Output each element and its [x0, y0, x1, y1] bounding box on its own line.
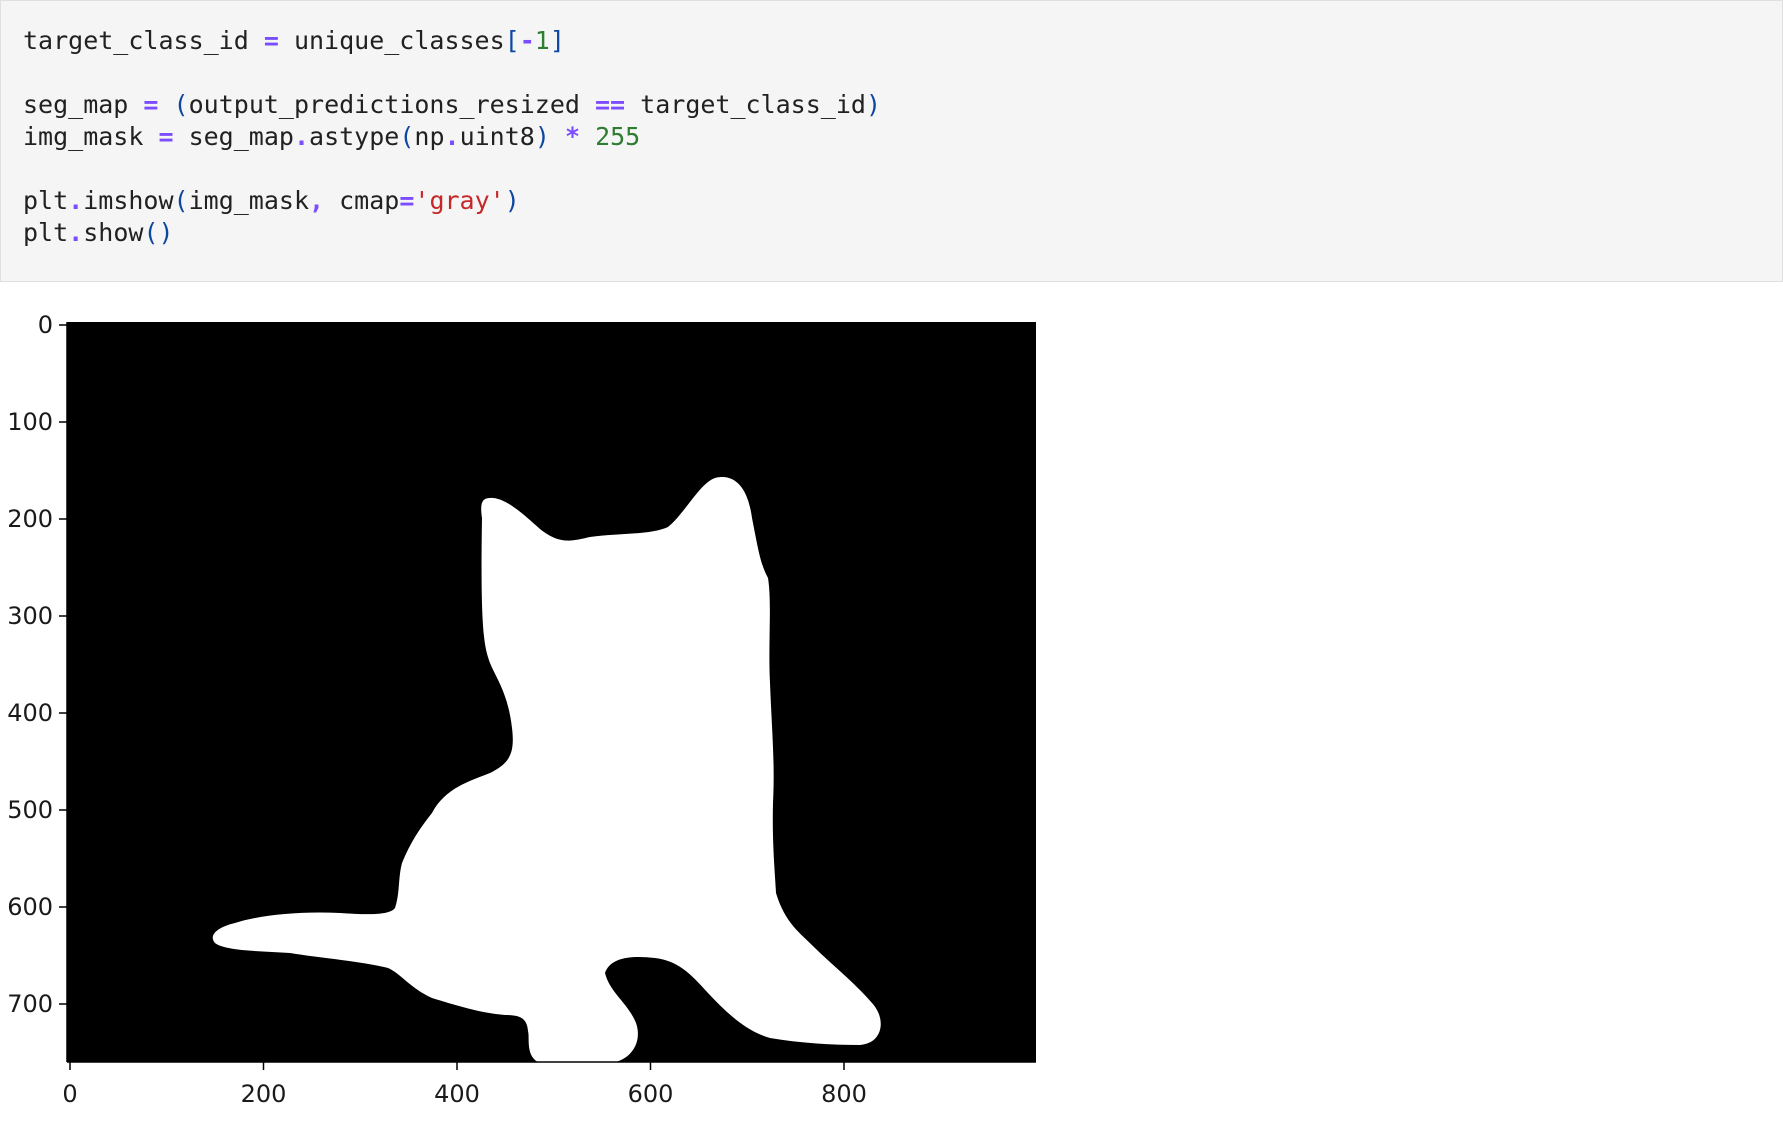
y-tick-label: 200	[7, 505, 53, 533]
x-tick-label: 0	[62, 1080, 77, 1108]
y-tick-label: 700	[7, 990, 53, 1018]
code-line: plt.show()	[23, 218, 174, 248]
code-line: seg_map = (output_predictions_resized ==…	[23, 90, 881, 120]
code-token: img_mask	[23, 122, 159, 151]
y-tick-label: 500	[7, 796, 53, 824]
code-token: =	[158, 122, 174, 151]
code-token: (	[399, 122, 415, 151]
code-token: .	[68, 218, 84, 247]
code-token: )	[534, 122, 550, 151]
code-token: np	[414, 122, 445, 151]
code-token: show	[83, 218, 144, 247]
x-axis-ticks: 0 200 400 600 800	[62, 1062, 867, 1108]
code-token: seg_map	[23, 90, 144, 119]
code-cell[interactable]: target_class_id = unique_classes[-1] seg_…	[0, 0, 1783, 282]
code-token: *	[564, 122, 581, 151]
y-tick-label: 600	[7, 893, 53, 921]
y-tick-label: 300	[7, 602, 53, 630]
y-tick-label: 100	[7, 408, 53, 436]
code-token: (	[173, 186, 189, 215]
code-token: target_class_id	[625, 90, 866, 119]
code-token: 255	[595, 122, 641, 151]
code-token: )	[865, 90, 881, 119]
code-token: ==	[595, 90, 626, 119]
x-tick-label: 600	[628, 1080, 674, 1108]
code-token: ,	[309, 186, 325, 215]
code-token: cmap	[324, 186, 400, 215]
y-axis-ticks: 0 100 200 300 400 500 600 700	[7, 311, 67, 1018]
code-token: .	[293, 122, 310, 151]
code-token: unique_classes	[278, 26, 505, 55]
code-token: plt	[23, 218, 69, 247]
code-token: uint8	[459, 122, 535, 151]
code-token: .	[444, 122, 460, 151]
code-token: =	[263, 26, 279, 55]
code-token: imshow	[83, 186, 174, 215]
code-token: 1	[534, 26, 550, 55]
x-tick-label: 800	[821, 1080, 867, 1108]
output-area: 0 100 200 300 400 500 600 700 0 200 400 600 800	[0, 283, 1783, 1141]
x-tick-label: 200	[241, 1080, 287, 1108]
code-line: img_mask = seg_map.astype(np.uint8) * 25…	[23, 122, 640, 152]
code-token: -	[519, 26, 535, 55]
code-token: =	[143, 90, 159, 119]
code-line: plt.imshow(img_mask, cmap='gray')	[23, 186, 520, 216]
y-tick-label: 400	[7, 699, 53, 727]
code-token: )	[504, 186, 520, 215]
x-tick-label: 400	[434, 1080, 480, 1108]
code-token: ]	[549, 26, 565, 55]
code-token: 'gray'	[414, 186, 505, 215]
imshow-plot: 0 100 200 300 400 500 600 700 0 200 400 600 800	[7, 311, 1036, 1108]
code-token: target_class_id	[23, 26, 264, 55]
code-token: (	[173, 90, 189, 119]
code-token: =	[399, 186, 415, 215]
code-token: output_predictions_resized	[188, 90, 595, 119]
code-token: seg_map	[173, 122, 294, 151]
code-token: astype	[309, 122, 400, 151]
code-token: .	[68, 186, 84, 215]
code-token: ()	[143, 218, 174, 247]
code-token: plt	[23, 186, 69, 215]
y-tick-label: 0	[38, 311, 53, 339]
code-token: [	[504, 26, 520, 55]
code-token: img_mask	[188, 186, 310, 215]
code-line: target_class_id = unique_classes[-1]	[23, 26, 565, 56]
